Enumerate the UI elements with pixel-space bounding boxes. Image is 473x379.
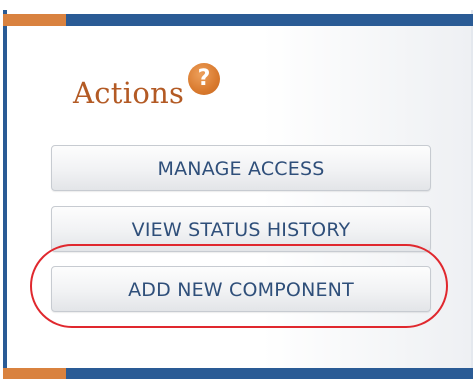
add-new-component-button[interactable]: ADD NEW COMPONENT [51, 266, 431, 312]
view-status-history-button[interactable]: VIEW STATUS HISTORY [51, 206, 431, 252]
question-icon[interactable]: ? [188, 63, 220, 95]
top-accent-bar-orange [3, 14, 66, 26]
manage-access-button[interactable]: MANAGE ACCESS [51, 145, 431, 191]
actions-title: Actions [73, 76, 185, 110]
top-accent-bar-blue [66, 14, 473, 26]
bottom-accent-bar-orange [3, 368, 66, 379]
bottom-accent-bar-blue [66, 368, 473, 379]
actions-panel-frame: Actions ? MANAGE ACCESS VIEW STATUS HIST… [0, 0, 473, 379]
